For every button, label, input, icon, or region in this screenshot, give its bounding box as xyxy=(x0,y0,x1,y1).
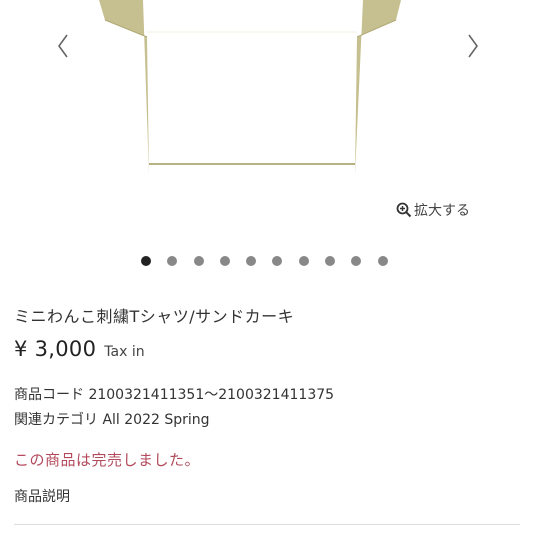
divider xyxy=(14,524,520,525)
tax-label: Tax in xyxy=(104,344,145,360)
carousel-dot[interactable] xyxy=(219,256,230,266)
carousel-dots xyxy=(141,256,388,266)
price-row: ¥ 3,000 Tax in xyxy=(14,337,145,361)
related-category[interactable]: 関連カテゴリ All 2022 Spring xyxy=(14,409,210,429)
product-image xyxy=(99,0,401,175)
chevron-left-icon xyxy=(58,34,68,58)
next-image-button[interactable] xyxy=(458,26,488,66)
carousel-dot[interactable] xyxy=(246,256,257,266)
prev-image-button[interactable] xyxy=(48,26,78,66)
carousel-dot[interactable] xyxy=(193,256,204,266)
carousel-dot[interactable] xyxy=(325,256,336,266)
zoom-in-icon xyxy=(396,202,412,218)
carousel-dot[interactable] xyxy=(377,256,388,266)
product-gallery: 拡大する xyxy=(0,0,533,240)
carousel-dot[interactable] xyxy=(272,256,283,266)
chevron-right-icon xyxy=(468,34,478,58)
carousel-dot[interactable] xyxy=(167,256,178,266)
zoom-label: 拡大する xyxy=(414,203,470,219)
product-code: 商品コード 2100321411351〜2100321411375 xyxy=(14,387,335,403)
carousel-dot[interactable] xyxy=(351,256,362,266)
carousel-dot[interactable] xyxy=(141,256,151,266)
carousel-dot[interactable] xyxy=(298,256,309,266)
zoom-button[interactable]: 拡大する xyxy=(396,199,470,221)
product-price: ¥ 3,000 xyxy=(14,337,97,361)
soldout-message: この商品は完売しました。 xyxy=(14,451,201,469)
description-heading: 商品説明 xyxy=(14,489,70,505)
product-title: ミニわんこ刺繍Tシャツ/サンドカーキ xyxy=(14,307,295,326)
